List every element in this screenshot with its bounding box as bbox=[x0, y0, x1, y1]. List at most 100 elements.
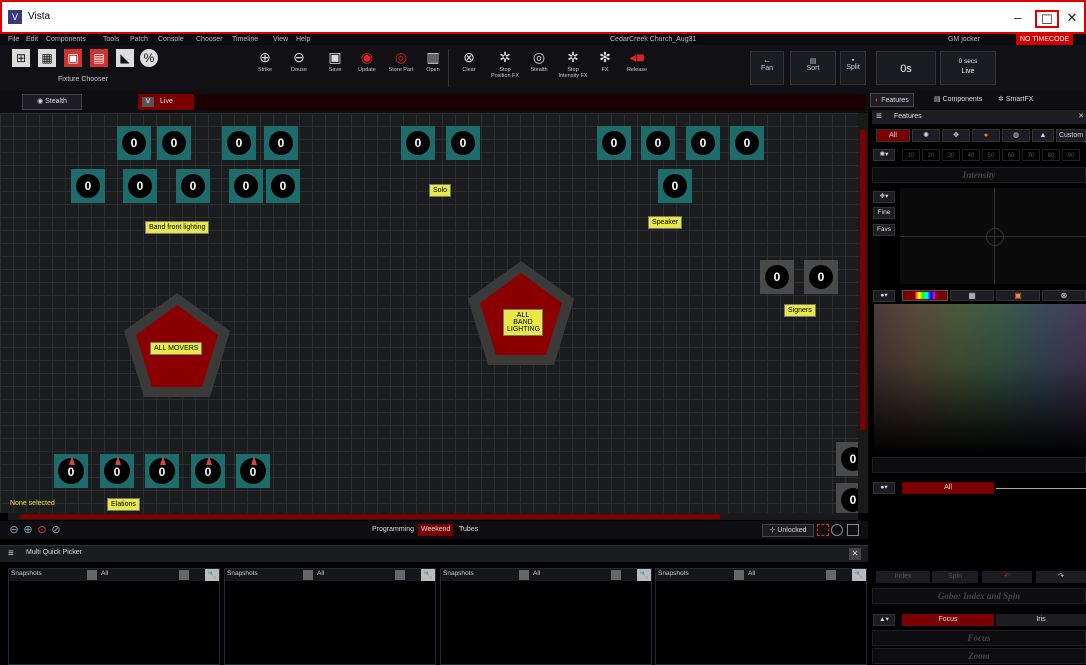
color-menu-icon[interactable]: ●▾ bbox=[873, 290, 895, 302]
mqp-filter-select[interactable]: All bbox=[533, 570, 540, 577]
fixture[interactable]: 0 bbox=[157, 126, 191, 160]
open-button[interactable]: ▥ Open bbox=[418, 49, 448, 87]
zoom-select-icon[interactable]: ⊙ bbox=[36, 524, 48, 536]
percent-preset[interactable]: 50 bbox=[982, 149, 1000, 161]
dropdown-arrow-icon[interactable] bbox=[826, 570, 836, 580]
mqp-column[interactable]: Snapshots All 🔧 bbox=[440, 568, 652, 665]
minimize-button[interactable]: – bbox=[1006, 10, 1030, 28]
favs-button[interactable]: Favs bbox=[873, 224, 895, 236]
fixture[interactable]: 0 bbox=[730, 126, 764, 160]
dropdown-arrow-icon[interactable] bbox=[611, 570, 621, 580]
percent-preset[interactable]: 70 bbox=[1022, 149, 1040, 161]
menu-edit[interactable]: Edit bbox=[26, 34, 38, 45]
fixture[interactable]: 0 bbox=[760, 260, 794, 294]
fx-button[interactable]: ✻ FX bbox=[590, 49, 620, 87]
mqp-type-select[interactable]: Snapshots bbox=[443, 570, 474, 577]
stage-vertical-scroll-thumb[interactable] bbox=[860, 130, 866, 430]
fixture[interactable]: 0 bbox=[117, 126, 151, 160]
group-label-elations[interactable]: Elations bbox=[107, 498, 140, 511]
menu-patch[interactable]: Patch bbox=[130, 34, 148, 45]
wrench-icon[interactable]: 🔧 bbox=[852, 569, 866, 581]
fixture[interactable]: 0 bbox=[836, 483, 858, 513]
percent-preset[interactable]: 60 bbox=[1002, 149, 1020, 161]
mqp-column[interactable]: Snapshots All 🔧 bbox=[8, 568, 220, 665]
stage-canvas[interactable]: 0 0 0 0 0 0 0 0 0 0 0 0 0 0 0 0 0 0 0 0 … bbox=[0, 113, 858, 513]
mover-fixture[interactable]: 0 bbox=[145, 454, 179, 488]
hamburger-menu-icon[interactable]: ≡ bbox=[876, 111, 882, 122]
fixture[interactable]: 0 bbox=[641, 126, 675, 160]
mover-fixture[interactable]: 0 bbox=[191, 454, 225, 488]
close-icon[interactable]: ✕ bbox=[849, 548, 861, 560]
shape-filter-icon[interactable]: ▲ bbox=[1032, 129, 1054, 142]
feature-filter-custom[interactable]: Custom bbox=[1056, 129, 1086, 142]
intensity-filter-icon[interactable]: ✺ bbox=[912, 129, 940, 142]
fixture[interactable]: 0 bbox=[446, 126, 480, 160]
focus-tab[interactable]: Focus bbox=[902, 614, 994, 626]
fixture[interactable]: 0 bbox=[658, 169, 692, 203]
intensity-slider[interactable]: Intensity bbox=[872, 167, 1086, 183]
release-button[interactable]: ◂■ Release bbox=[622, 49, 652, 87]
focus-menu-icon[interactable]: ▲▾ bbox=[873, 614, 895, 626]
percent-preset[interactable]: 20 bbox=[922, 149, 940, 161]
color-swatch-tab[interactable]: ▦ bbox=[950, 290, 994, 301]
close-button[interactable]: ✕ bbox=[1060, 10, 1084, 28]
group-label-signers[interactable]: Signers bbox=[784, 304, 816, 317]
fixture[interactable]: 0 bbox=[229, 169, 263, 203]
strike-button[interactable]: ⊕ Strike bbox=[250, 49, 280, 87]
fixture[interactable]: 0 bbox=[71, 169, 105, 203]
focus-slider[interactable]: Focus bbox=[872, 630, 1086, 646]
menu-timeline[interactable]: Timeline bbox=[232, 34, 258, 45]
beam-filter-all[interactable]: All bbox=[902, 482, 994, 494]
percent-preset[interactable]: 40 bbox=[962, 149, 980, 161]
zoom-out-icon[interactable]: ⊖ bbox=[8, 524, 20, 536]
fixture-layout-icon[interactable]: ⊞ bbox=[12, 49, 30, 67]
unlock-toggle[interactable]: ⊹ Unlocked bbox=[762, 524, 814, 537]
position-menu-icon[interactable]: ✥▾ bbox=[873, 191, 895, 203]
hamburger-menu-icon[interactable]: ≡ bbox=[8, 549, 14, 559]
spin-cw-icon[interactable]: ↷ bbox=[1036, 571, 1086, 583]
lasso-icon[interactable] bbox=[831, 524, 843, 536]
gobo-slider[interactable]: Gobo: Index and Spin bbox=[872, 588, 1086, 604]
stealth-button[interactable]: ◎ Stealth bbox=[524, 49, 554, 87]
fine-button[interactable]: Fine bbox=[873, 207, 895, 219]
tab-weekend[interactable]: Weekend bbox=[418, 524, 454, 536]
pan-tilt-pad[interactable] bbox=[900, 188, 1086, 284]
mqp-filter-select[interactable]: All bbox=[101, 570, 108, 577]
fixture[interactable]: 0 bbox=[264, 126, 298, 160]
percent-icon[interactable]: % bbox=[140, 49, 158, 67]
mqp-type-select[interactable]: Snapshots bbox=[227, 570, 258, 577]
update-button[interactable]: ◉ Update bbox=[352, 49, 382, 87]
close-icon[interactable]: ✕ bbox=[1078, 112, 1084, 120]
zoom-in-icon[interactable]: ⊕ bbox=[22, 524, 34, 536]
fixture[interactable]: 0 bbox=[401, 126, 435, 160]
zoom-fit-icon[interactable]: ⊘ bbox=[50, 524, 62, 536]
color-wheel-tab[interactable]: ⊗ bbox=[1042, 290, 1086, 301]
stage-horizontal-scroll-thumb[interactable] bbox=[20, 514, 720, 519]
color-picker-area[interactable] bbox=[874, 304, 1086, 454]
fixture-group-icon[interactable]: ▣ bbox=[64, 49, 82, 67]
menu-console[interactable]: Console bbox=[158, 34, 184, 45]
menu-tools[interactable]: Tools bbox=[103, 34, 119, 45]
sort-button[interactable]: ▤ Sort bbox=[790, 51, 836, 85]
menu-components[interactable]: Components bbox=[46, 34, 86, 45]
fixture[interactable]: 0 bbox=[836, 442, 858, 476]
fixture[interactable]: 0 bbox=[597, 126, 631, 160]
fan-button[interactable]: ⌙ Fan bbox=[750, 51, 784, 85]
dropdown-arrow-icon[interactable] bbox=[519, 570, 529, 580]
group-label-speaker[interactable]: Speaker bbox=[648, 216, 683, 229]
feature-filter-all[interactable]: All bbox=[876, 129, 910, 142]
live-tab[interactable]: V Live bbox=[138, 94, 866, 110]
mover-fixture[interactable]: 0 bbox=[54, 454, 88, 488]
dropdown-arrow-icon[interactable] bbox=[734, 570, 744, 580]
mqp-filter-select[interactable]: All bbox=[317, 570, 324, 577]
mover-fixture[interactable]: 0 bbox=[100, 454, 134, 488]
group-label-all-band[interactable]: ALL BAND LIGHTING bbox=[503, 309, 543, 336]
mqp-column[interactable]: Snapshots All 🔧 bbox=[224, 568, 436, 665]
color-picker-tab[interactable]: ▣ bbox=[996, 290, 1040, 301]
mqp-filter-select[interactable]: All bbox=[748, 570, 755, 577]
clear-button[interactable]: ⊗ Clear bbox=[454, 49, 484, 87]
group-label-solo[interactable]: Solo bbox=[429, 184, 452, 197]
tab-components[interactable]: ▤ Components bbox=[930, 93, 986, 107]
gobo-index-button[interactable]: Index bbox=[876, 571, 930, 583]
percent-preset[interactable]: 10 bbox=[902, 149, 920, 161]
